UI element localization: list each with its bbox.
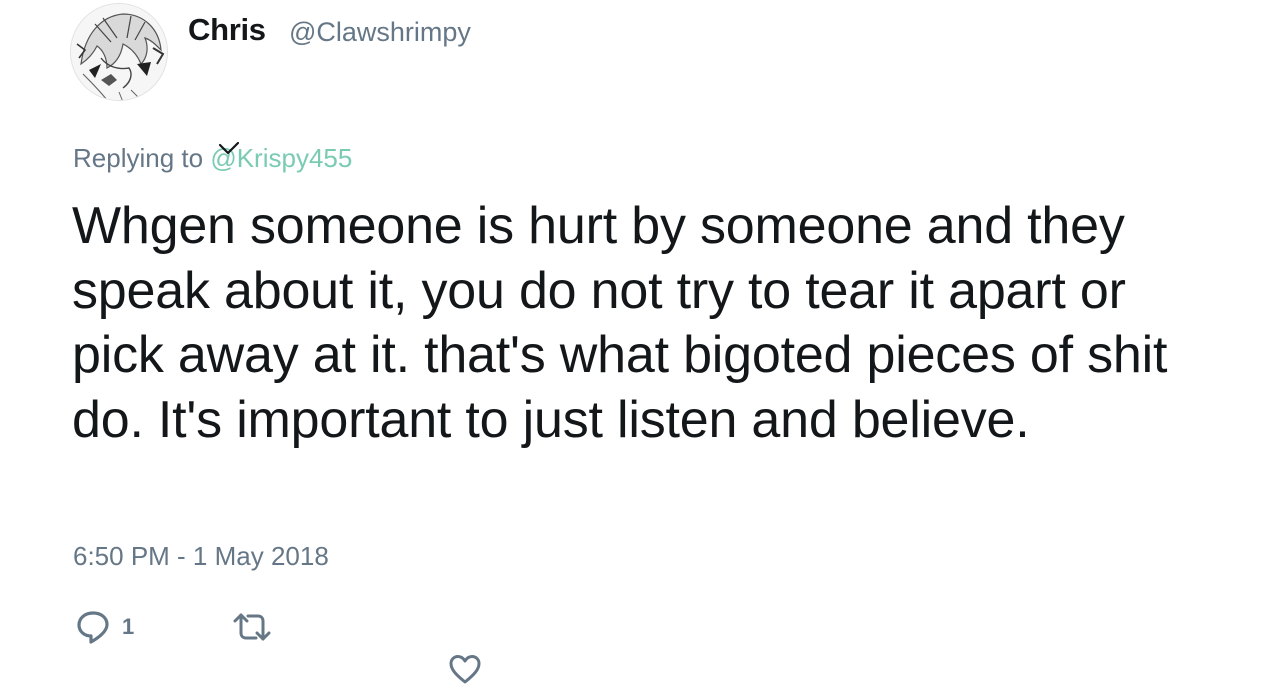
anime-avatar-icon xyxy=(71,4,167,100)
reply-button[interactable]: 1 xyxy=(76,610,134,644)
reply-target-link[interactable]: @Krispy455 xyxy=(210,141,352,173)
heart-icon xyxy=(449,655,481,684)
replying-to-line: Replying to @Krispy455 xyxy=(73,141,352,175)
reply-count: 1 xyxy=(122,614,135,639)
retweet-button[interactable] xyxy=(232,612,272,642)
retweet-icon xyxy=(233,613,271,641)
tweet-text: Whgen someone is hurt by someone and the… xyxy=(72,197,1168,449)
reply-bubble-icon xyxy=(77,611,109,644)
avatar[interactable] xyxy=(70,3,168,101)
replying-to-prefix: Replying to xyxy=(73,143,204,173)
tweet-timestamp[interactable]: 6:50 PM - 1 May 2018 xyxy=(73,539,329,573)
like-button[interactable] xyxy=(449,654,481,684)
cursor-check-icon xyxy=(219,141,240,155)
author-display-name[interactable]: Chris xyxy=(188,10,266,50)
author-handle[interactable]: @Clawshrimpy xyxy=(289,16,471,48)
